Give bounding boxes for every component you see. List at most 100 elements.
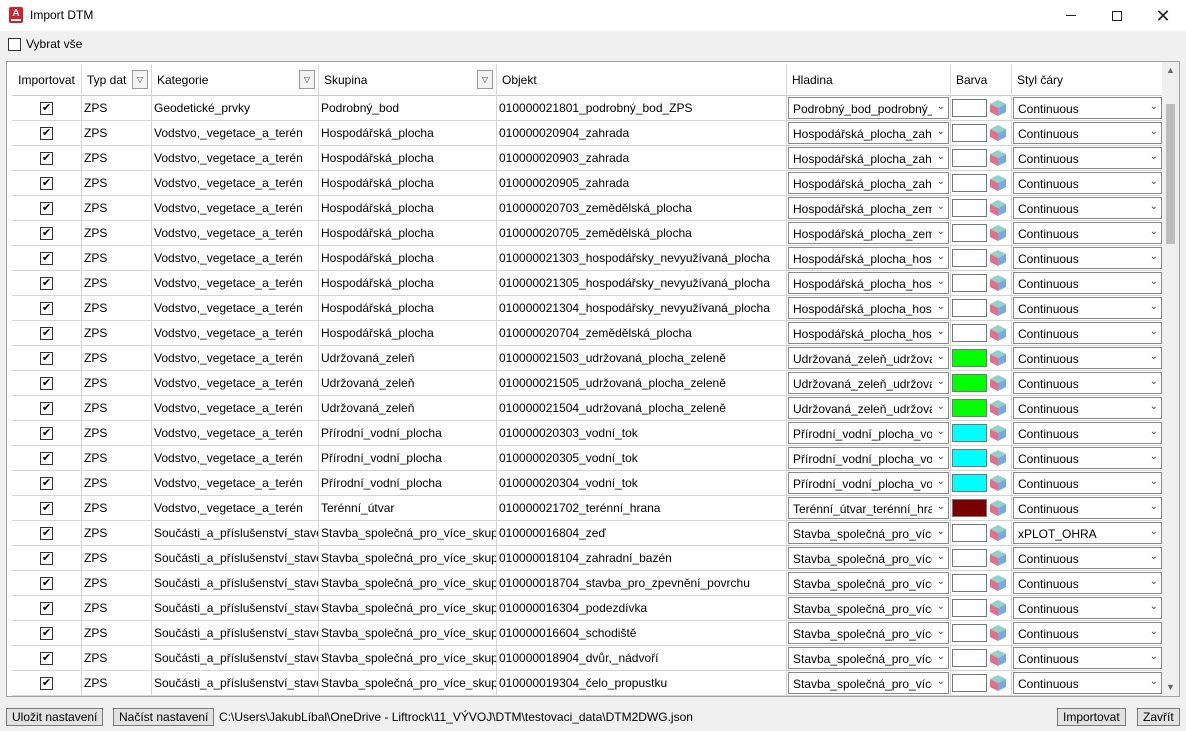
- filter-dropdown-icon[interactable]: ▽: [299, 70, 315, 89]
- layer-dropdown[interactable]: Přírodní_vodní_plocha_vo ⌄: [788, 422, 949, 444]
- table-row[interactable]: ✔ ZPS Vodstvo,_vegetace_a_terén Hospodářská…: [12, 271, 1164, 296]
- layer-dropdown[interactable]: Terénní_útvar_terénní_hra ⌄: [788, 497, 949, 519]
- color-cube-icon[interactable]: [989, 249, 1007, 267]
- table-row[interactable]: ✔ ZPS Součásti_a_příslušenství_staveb Stavb…: [12, 546, 1164, 571]
- layer-dropdown[interactable]: Hospodářská_plocha_hosp ⌄: [788, 247, 949, 269]
- color-cube-icon[interactable]: [989, 324, 1007, 342]
- checkbox-icon[interactable]: [8, 37, 21, 51]
- import-checkbox[interactable]: ✔: [40, 276, 53, 290]
- color-swatch[interactable]: [952, 199, 987, 217]
- table-row[interactable]: ✔ ZPS Součásti_a_příslušenství_staveb Stavb…: [12, 596, 1164, 621]
- layer-dropdown[interactable]: Hospodářská_plocha_hosp ⌄: [788, 322, 949, 344]
- layer-dropdown[interactable]: Hospodářská_plocha_zem ⌄: [788, 222, 949, 244]
- color-swatch[interactable]: [952, 274, 987, 292]
- linetype-dropdown[interactable]: Continuous ⌄: [1013, 122, 1162, 144]
- load-settings-button[interactable]: Načíst nastavení: [113, 708, 215, 726]
- layer-dropdown[interactable]: Stavba_společná_pro_více_ ⌄: [788, 547, 949, 569]
- column-header-importovat[interactable]: Importovat: [12, 64, 82, 96]
- column-header-hladina[interactable]: Hladina: [787, 64, 951, 96]
- column-header-skupina[interactable]: Skupina ▽: [319, 64, 497, 96]
- color-swatch[interactable]: [952, 249, 987, 267]
- color-cube-icon[interactable]: [989, 399, 1007, 417]
- column-header-kategorie[interactable]: Kategorie ▽: [152, 64, 319, 96]
- color-cube-icon[interactable]: [989, 649, 1007, 667]
- color-cube-icon[interactable]: [989, 124, 1007, 142]
- linetype-dropdown[interactable]: Continuous ⌄: [1013, 597, 1162, 619]
- color-swatch[interactable]: [952, 174, 987, 192]
- table-row[interactable]: ✔ ZPS Vodstvo,_vegetace_a_terén Hospodářská…: [12, 196, 1164, 221]
- table-row[interactable]: ✔ ZPS Vodstvo,_vegetace_a_terén Hospodářská…: [12, 146, 1164, 171]
- linetype-dropdown[interactable]: Continuous ⌄: [1013, 672, 1162, 694]
- linetype-dropdown[interactable]: Continuous ⌄: [1013, 222, 1162, 244]
- color-swatch[interactable]: [952, 624, 987, 642]
- table-row[interactable]: ✔ ZPS Vodstvo,_vegetace_a_terén Přírodní_vo…: [12, 421, 1164, 446]
- table-row[interactable]: ✔ ZPS Vodstvo,_vegetace_a_terén Hospodářská…: [12, 321, 1164, 346]
- color-swatch[interactable]: [952, 224, 987, 242]
- import-checkbox[interactable]: ✔: [40, 401, 53, 415]
- close-window-button[interactable]: ✕: [1140, 0, 1186, 31]
- linetype-dropdown[interactable]: Continuous ⌄: [1013, 547, 1162, 569]
- layer-dropdown[interactable]: Hospodářská_plocha_zahr ⌄: [788, 147, 949, 169]
- layer-dropdown[interactable]: Hospodářská_plocha_zahr ⌄: [788, 172, 949, 194]
- color-cube-icon[interactable]: [989, 274, 1007, 292]
- import-checkbox[interactable]: ✔: [40, 526, 53, 540]
- layer-dropdown[interactable]: Přírodní_vodní_plocha_vo ⌄: [788, 472, 949, 494]
- scroll-up-icon[interactable]: ▲: [1162, 62, 1179, 79]
- import-checkbox[interactable]: ✔: [40, 501, 53, 515]
- linetype-dropdown[interactable]: Continuous ⌄: [1013, 97, 1162, 119]
- color-cube-icon[interactable]: [989, 449, 1007, 467]
- table-row[interactable]: ✔ ZPS Vodstvo,_vegetace_a_terén Udržovaná_z…: [12, 346, 1164, 371]
- layer-dropdown[interactable]: Stavba_společná_pro_více_ ⌄: [788, 647, 949, 669]
- table-row[interactable]: ✔ ZPS Vodstvo,_vegetace_a_terén Hospodářská…: [12, 171, 1164, 196]
- linetype-dropdown[interactable]: Continuous ⌄: [1013, 622, 1162, 644]
- linetype-dropdown[interactable]: Continuous ⌄: [1013, 647, 1162, 669]
- layer-dropdown[interactable]: Stavba_společná_pro_více_ ⌄: [788, 597, 949, 619]
- color-swatch[interactable]: [952, 149, 987, 167]
- linetype-dropdown[interactable]: Continuous ⌄: [1013, 347, 1162, 369]
- color-cube-icon[interactable]: [989, 149, 1007, 167]
- column-header-styl-cary[interactable]: Styl čáry: [1012, 64, 1164, 96]
- import-checkbox[interactable]: ✔: [40, 651, 53, 665]
- layer-dropdown[interactable]: Stavba_společná_pro_více_ ⌄: [788, 622, 949, 644]
- vertical-scrollbar[interactable]: ▲ ▼: [1162, 62, 1179, 696]
- linetype-dropdown[interactable]: Continuous ⌄: [1013, 447, 1162, 469]
- color-cube-icon[interactable]: [989, 299, 1007, 317]
- filter-dropdown-icon[interactable]: ▽: [132, 70, 148, 89]
- color-cube-icon[interactable]: [989, 99, 1007, 117]
- color-swatch[interactable]: [952, 524, 987, 542]
- linetype-dropdown[interactable]: Continuous ⌄: [1013, 422, 1162, 444]
- scrollbar-thumb[interactable]: [1166, 104, 1175, 244]
- table-row[interactable]: ✔ ZPS Součásti_a_příslušenství_staveb Stavb…: [12, 646, 1164, 671]
- layer-dropdown[interactable]: Hospodářská_plocha_hosp ⌄: [788, 272, 949, 294]
- minimize-button[interactable]: [1048, 0, 1094, 31]
- color-swatch[interactable]: [952, 324, 987, 342]
- color-cube-icon[interactable]: [989, 199, 1007, 217]
- layer-dropdown[interactable]: Udržovaná_zeleň_udržova ⌄: [788, 397, 949, 419]
- table-row[interactable]: ✔ ZPS Vodstvo,_vegetace_a_terén Hospodářská…: [12, 121, 1164, 146]
- select-all-checkbox[interactable]: Vybrat vše: [8, 37, 82, 51]
- color-cube-icon[interactable]: [989, 374, 1007, 392]
- layer-dropdown[interactable]: Udržovaná_zeleň_udržova ⌄: [788, 347, 949, 369]
- import-checkbox[interactable]: ✔: [40, 551, 53, 565]
- import-checkbox[interactable]: ✔: [40, 101, 53, 115]
- import-checkbox[interactable]: ✔: [40, 151, 53, 165]
- table-row[interactable]: ✔ ZPS Vodstvo,_vegetace_a_terén Přírodní_vo…: [12, 471, 1164, 496]
- maximize-button[interactable]: [1094, 0, 1140, 31]
- table-row[interactable]: ✔ ZPS Součásti_a_příslušenství_staveb Stavb…: [12, 571, 1164, 596]
- linetype-dropdown[interactable]: Continuous ⌄: [1013, 372, 1162, 394]
- layer-dropdown[interactable]: Hospodářská_plocha_hosp ⌄: [788, 297, 949, 319]
- color-swatch[interactable]: [952, 474, 987, 492]
- linetype-dropdown[interactable]: Continuous ⌄: [1013, 247, 1162, 269]
- table-row[interactable]: ✔ ZPS Součásti_a_příslušenství_staveb Stavb…: [12, 621, 1164, 646]
- linetype-dropdown[interactable]: Continuous ⌄: [1013, 322, 1162, 344]
- table-row[interactable]: ✔ ZPS Vodstvo,_vegetace_a_terén Terénní_útv…: [12, 496, 1164, 521]
- color-swatch[interactable]: [952, 99, 987, 117]
- table-row[interactable]: ✔ ZPS Geodetické_prvky Podrobný_bod 01000002…: [12, 96, 1164, 121]
- table-row[interactable]: ✔ ZPS Součásti_a_příslušenství_staveb Stavb…: [12, 671, 1164, 696]
- layer-dropdown[interactable]: Podrobný_bod_podrobný_ ⌄: [788, 97, 949, 119]
- import-checkbox[interactable]: ✔: [40, 576, 53, 590]
- color-swatch[interactable]: [952, 299, 987, 317]
- linetype-dropdown[interactable]: Continuous ⌄: [1013, 172, 1162, 194]
- color-cube-icon[interactable]: [989, 224, 1007, 242]
- scroll-down-icon[interactable]: ▼: [1162, 679, 1179, 696]
